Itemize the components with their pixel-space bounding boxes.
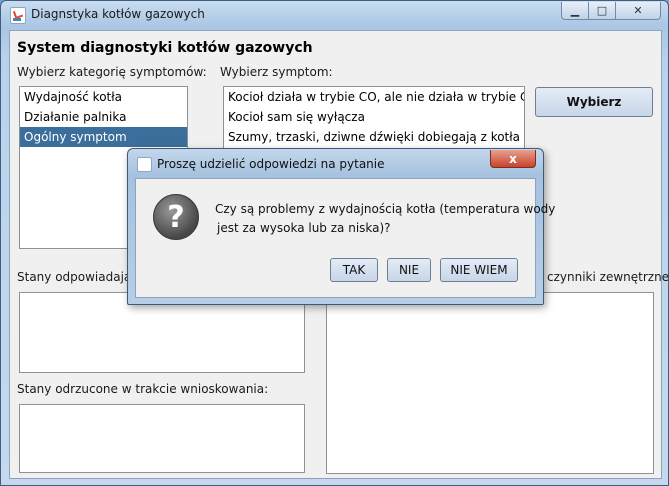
window-title: Diagnstyka kotłów gazowych xyxy=(31,7,205,21)
minimize-button[interactable]: ▁ xyxy=(561,2,589,20)
category-label: Wybierz kategorię symptomów: xyxy=(17,65,207,79)
minimize-icon: ▁ xyxy=(570,4,580,17)
list-item-symptom[interactable]: Kocioł działa w trybie CO, ale nie dział… xyxy=(224,87,524,107)
choose-button[interactable]: Wybierz xyxy=(535,87,653,117)
dialog-question: Czy są problemy z wydajnością kotła (tem… xyxy=(215,200,556,238)
rejected-states-label: Stany odrzucone w trakcie wnioskowania: xyxy=(17,382,269,396)
java-app-icon xyxy=(137,157,152,172)
dialog-title: Proszę udzielić odpowiedzi na pytanie xyxy=(157,157,385,171)
list-item-category[interactable]: Wydajność kotła xyxy=(20,87,187,107)
list-item-category-selected[interactable]: Ogólny symptom xyxy=(20,127,187,147)
java-app-icon xyxy=(10,7,26,24)
question-line: Czy są problemy z wydajnością kotła (tem… xyxy=(215,202,556,216)
question-line: jest za wysoka lub za niska)? xyxy=(217,221,391,235)
symptom-label: Wybierz symptom: xyxy=(220,65,333,79)
maximize-button[interactable]: □ xyxy=(588,2,616,20)
list-item-symptom[interactable]: Szumy, trzaski, dziwne dźwięki dobiegają… xyxy=(224,127,524,147)
question-dialog: Proszę udzielić odpowiedzi na pytanie x … xyxy=(127,148,556,305)
maximize-icon: □ xyxy=(596,4,608,17)
external-factors-label: czynniki zewnętrzne: xyxy=(547,270,669,284)
close-icon: x xyxy=(509,151,517,166)
rejected-states-box[interactable] xyxy=(19,404,305,473)
no-button[interactable]: NIE xyxy=(387,258,431,282)
list-item-category[interactable]: Działanie palnika xyxy=(20,107,187,127)
dont-know-button[interactable]: NIE WIEM xyxy=(440,258,518,282)
page-title: System diagnostyki kotłów gazowych xyxy=(17,40,313,56)
external-factors-box[interactable] xyxy=(326,292,654,474)
question-icon: ? xyxy=(153,194,199,240)
dialog-body: ? Czy są problemy z wydajnością kotła (t… xyxy=(135,178,556,298)
close-button[interactable]: ✕ xyxy=(615,2,661,20)
list-item-symptom[interactable]: Kocioł sam się wyłącza xyxy=(224,107,524,127)
yes-button[interactable]: TAK xyxy=(330,258,378,282)
close-icon: ✕ xyxy=(633,4,643,17)
dialog-close-button[interactable]: x xyxy=(490,150,536,168)
title-bar[interactable]: Diagnstyka kotłów gazowych ▁ □ ✕ xyxy=(1,1,668,29)
